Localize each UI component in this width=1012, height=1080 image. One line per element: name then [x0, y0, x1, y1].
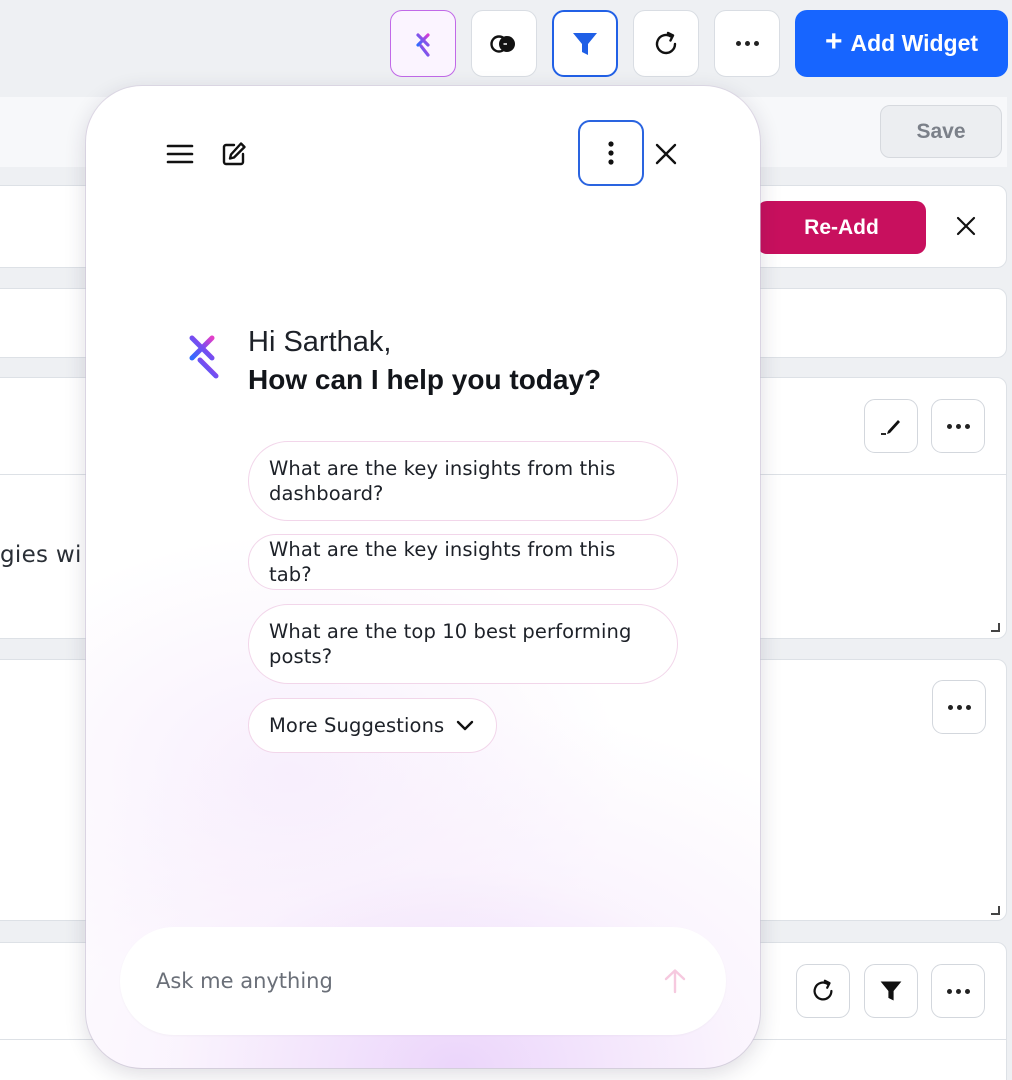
toggle-icon [490, 34, 515, 53]
greeting-name: Hi Sarthak, [248, 326, 392, 358]
widget-more-button[interactable] [931, 964, 985, 1018]
widget-filter-button[interactable] [864, 964, 918, 1018]
more-horizontal-icon [735, 41, 759, 46]
dismiss-banner-button[interactable] [952, 212, 980, 240]
compose-icon [222, 142, 246, 166]
suggestion-label: What are the top 10 best performing post… [269, 620, 632, 668]
widget-more-button[interactable] [931, 399, 985, 453]
widget-more-button[interactable] [932, 680, 986, 734]
more-horizontal-icon [946, 988, 970, 994]
save-button[interactable]: Save [880, 105, 1002, 158]
chevron-down-icon [457, 720, 474, 730]
menu-button[interactable] [164, 138, 196, 170]
add-widget-button[interactable]: + Add Widget [795, 10, 1008, 77]
suggestion-chip[interactable]: What are the top 10 best performing post… [248, 604, 678, 684]
send-button[interactable] [660, 966, 690, 996]
refresh-icon [813, 979, 833, 1001]
filter-icon [573, 32, 597, 55]
suggestion-chip[interactable]: What are the key insights from this tab? [248, 534, 678, 590]
top-toolbar: + Add Widget [0, 0, 1012, 90]
plus-icon: + [824, 25, 843, 58]
ai-assistant-panel: Hi Sarthak, How can I help you today? Wh… [86, 86, 760, 1068]
greeting-question: How can I help you today? [248, 364, 602, 395]
greeting: Hi Sarthak, How can I help you today? [248, 324, 601, 400]
ai-assistant-button[interactable] [390, 10, 456, 77]
filter-icon [880, 981, 902, 1001]
more-options-button[interactable] [714, 10, 780, 77]
refresh-icon [655, 31, 677, 54]
ask-input-container [120, 927, 726, 1035]
close-icon [655, 143, 677, 165]
more-suggestions-label: More Suggestions [269, 714, 445, 737]
edit-widget-button[interactable] [864, 399, 918, 453]
more-vertical-icon [608, 141, 614, 165]
resize-handle-icon[interactable] [990, 905, 1000, 915]
close-icon [956, 216, 976, 236]
more-horizontal-icon [946, 423, 970, 429]
filter-button[interactable] [552, 10, 618, 77]
suggestion-label: What are the key insights from this dash… [269, 457, 616, 505]
add-widget-label: Add Widget [850, 30, 979, 56]
more-suggestions-button[interactable]: More Suggestions [248, 698, 497, 753]
more-horizontal-icon [947, 704, 971, 710]
ask-input[interactable] [156, 969, 660, 993]
suggestion-chip[interactable]: What are the key insights from this dash… [248, 441, 678, 521]
resize-handle-icon[interactable] [990, 622, 1000, 632]
arrow-up-icon [664, 969, 686, 994]
widget-text: gies wi [0, 542, 82, 568]
suggestion-label: What are the key insights from this tab? [269, 538, 616, 586]
toggle-view-button[interactable] [471, 10, 537, 77]
pencil-icon [881, 420, 900, 435]
readd-button[interactable]: Re-Add [757, 201, 926, 254]
widget-refresh-button[interactable] [796, 964, 850, 1018]
panel-options-button[interactable] [578, 120, 644, 186]
new-chat-button[interactable] [218, 138, 250, 170]
hamburger-menu-icon [166, 144, 194, 164]
ai-sparkle-icon [414, 30, 432, 57]
ai-sparkle-icon [185, 331, 219, 379]
close-panel-button[interactable] [650, 138, 682, 170]
refresh-button[interactable] [633, 10, 699, 77]
